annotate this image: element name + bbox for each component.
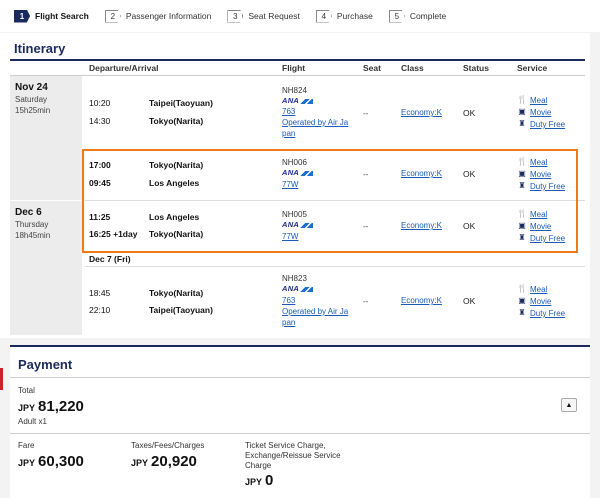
ana-logo: ANA [282,96,313,105]
segment-4-flight-no: NH823 [282,274,307,283]
segment-4-dep-city: Tokyo(Narita) [149,288,204,298]
segment-1-arr-city: Tokyo(Narita) [149,116,204,126]
segment-4-status: OK [463,296,476,306]
segment-4-arr-time: 22:10 [89,305,111,315]
total-label: Total [18,386,35,395]
taxes-amount: JPY 20,920 [131,453,197,470]
payment-divider [10,377,590,378]
itinerary-rule [10,59,585,61]
duty-free-icon: ♜ [518,308,526,317]
highlight-box [82,149,578,253]
segment-4-operated-link-2[interactable]: pan [282,318,295,327]
segment-1-operated-link[interactable]: Operated by Air Ja [282,118,348,127]
payment-title: Payment [18,357,73,372]
taxes-value: 20,920 [151,453,197,470]
segment-1-status: OK [463,108,476,118]
day-return: Thursday [15,220,49,229]
movie-icon: ▣ [518,296,526,305]
duration-return: 18h45min [15,231,51,240]
itinerary-title: Itinerary [14,41,66,56]
segment-1-dep-time: 10:20 [89,98,111,108]
step-passenger-information: 2 Passenger Information [104,9,212,23]
itinerary-panel: Itinerary Departure/Arrival Flight Seat … [0,33,590,338]
segment-4-operated-link[interactable]: Operated by Air Ja [282,307,348,316]
segment-1-seat: -- [363,109,369,118]
segment-1-movie-link[interactable]: Movie [530,108,551,117]
header-departure-arrival: Departure/Arrival [89,63,159,73]
step-complete: 5 Complete [388,9,447,23]
header-service: Service [517,63,548,73]
payment-panel: Payment Total JPY 81,220 Adult x1 ▲ Fare … [10,345,590,498]
segment-1-operated-link-2[interactable]: pan [282,129,295,138]
total-currency: JPY [18,403,36,413]
segment-4-duty-free-link[interactable]: Duty Free [530,309,565,318]
progress-steps: 1 Flight Search 2 Passenger Information 3S… [0,0,600,32]
ana-logo: ANA [282,284,313,293]
fare-value: 60,300 [38,453,84,470]
step-number: 4 [315,9,332,23]
step-number: 1 [14,9,30,23]
total-amount: JPY 81,220 [18,398,84,415]
date-outbound: Nov 24 [15,82,48,93]
step-label: Complete [409,11,447,21]
segment-4-aircraft-link[interactable]: 763 [282,296,295,305]
meal-icon: 🍴 [517,284,527,293]
step-number: 5 [388,9,405,23]
fare-label: Fare [18,441,35,450]
side-marker [0,368,3,390]
step-label: Purchase [336,11,373,21]
fare-amount: JPY 60,300 [18,453,84,470]
header-divider [10,75,585,76]
caret-up-icon[interactable]: ▲ [561,398,577,412]
segment-1-dep-city: Taipei(Taoyuan) [149,98,213,108]
fare-currency: JPY [18,458,36,468]
segment-1-aircraft-link[interactable]: 763 [282,107,295,116]
taxes-label: Taxes/Fees/Charges [131,441,205,450]
header-class: Class [401,63,424,73]
segment-1-class-link[interactable]: Economy:K [401,108,442,117]
header-seat: Seat [363,63,381,73]
header-flight: Flight [282,63,306,73]
payment-divider [10,433,590,434]
header-status: Status [463,63,489,73]
step-label: Flight Search [35,11,89,21]
segment-1-arr-time: 14:30 [89,116,111,126]
segment-1-duty-free-link[interactable]: Duty Free [530,120,565,129]
ticket-currency: JPY [245,477,263,487]
duration-outbound: 15h25min [15,106,51,115]
segment-4-movie-link[interactable]: Movie [530,297,551,306]
total-value: 81,220 [38,398,84,415]
segment-1-flight-no: NH824 [282,86,307,95]
row-divider [85,266,585,267]
ticket-service-label-2: Exchange/Reissue Service [245,451,341,460]
ticket-service-label-3: Charge [245,461,272,470]
step-flight-search: 1 Flight Search [14,9,89,23]
date-return: Dec 6 [15,207,42,218]
step-purchase: 4 Purchase [315,9,373,23]
movie-icon: ▣ [518,107,526,116]
ticket-value: 0 [265,472,274,489]
step-number: 2 [104,9,121,23]
sub-date: Dec 7 (Fri) [89,254,131,264]
duty-free-icon: ♜ [518,119,526,128]
step-number: 3 [227,9,244,23]
segment-4-seat: -- [363,297,369,306]
day-outbound: Saturday [15,95,48,104]
segment-1-meal-link[interactable]: Meal [530,96,547,105]
meal-icon: 🍴 [517,95,527,104]
segment-4-dep-time: 18:45 [89,288,111,298]
segment-4-class-link[interactable]: Economy:K [401,296,442,305]
taxes-currency: JPY [131,458,149,468]
adult-count: Adult x1 [18,417,47,426]
payment-rule [10,345,590,347]
step-label: Seat Request [248,11,300,21]
segment-4-meal-link[interactable]: Meal [530,285,547,294]
ticket-service-amount: JPY 0 [245,472,273,489]
step-label: Passenger Information [125,11,212,21]
step-seat-request: 3 Seat Request [227,9,300,23]
ticket-service-label: Ticket Service Charge, [245,441,326,450]
segment-4-arr-city: Taipei(Taoyuan) [149,305,213,315]
